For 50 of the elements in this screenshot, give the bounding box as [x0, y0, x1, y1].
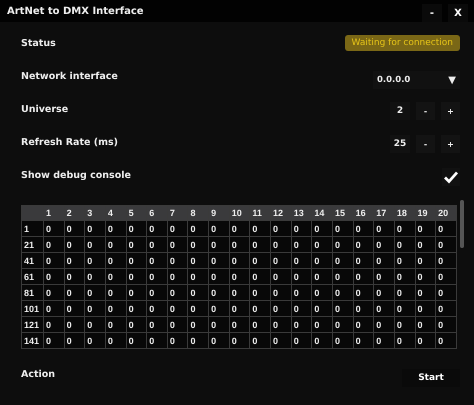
column-header: 18: [394, 206, 416, 220]
setting-label: Universe: [21, 104, 68, 115]
row-header: 1: [22, 220, 44, 236]
column-header: 14: [312, 206, 332, 220]
column-header: 7: [167, 206, 188, 220]
row-header: 141: [22, 332, 44, 348]
decrement-button[interactable]: -: [416, 102, 435, 120]
column-header: 10: [229, 206, 250, 220]
column-header: 5: [126, 206, 147, 220]
row-header: 41: [22, 252, 44, 268]
setting-label: Show debug console: [21, 170, 131, 181]
decrement-button[interactable]: -: [416, 135, 435, 153]
column-header: 11: [250, 206, 271, 220]
row-header: 121: [22, 316, 44, 332]
status-badge: Waiting for connection: [344, 35, 460, 51]
column-header: 17: [374, 206, 394, 220]
column-header: 8: [188, 206, 209, 220]
column-header: 6: [146, 206, 168, 220]
column-header: 15: [332, 206, 354, 220]
scrollbar-thumb[interactable]: [460, 200, 464, 248]
interface-dropdown[interactable]: 0.0.0.0 ▼: [373, 71, 460, 89]
column-header: 16: [353, 206, 374, 220]
row-header: 61: [22, 268, 44, 284]
column-header: 3: [84, 206, 106, 220]
column-header: 4: [105, 206, 126, 220]
window-title: ArtNet to DMX Interface: [7, 6, 144, 16]
column-header: 9: [208, 206, 230, 220]
window-button[interactable]: -: [422, 4, 442, 22]
column-header: 12: [270, 206, 292, 220]
checkbox[interactable]: [442, 168, 460, 186]
number-field[interactable]: 2: [390, 102, 410, 120]
setting-label: Refresh Rate (ms): [21, 137, 118, 148]
increment-button[interactable]: +: [441, 135, 460, 153]
setting-label: Network interface: [21, 71, 118, 82]
dropdown-value: 0.0.0.0: [377, 75, 410, 85]
column-header: 13: [291, 206, 312, 220]
column-header: 1: [44, 206, 64, 220]
column-header: 2: [64, 206, 85, 220]
column-header: 19: [415, 206, 436, 220]
row-header: 21: [22, 236, 44, 252]
setting-label: Status: [21, 38, 56, 49]
row-header: 101: [22, 300, 44, 316]
check-icon: [443, 169, 459, 185]
row-header: 81: [22, 284, 44, 300]
caret-icon: ▼: [448, 74, 456, 86]
window-button[interactable]: X: [448, 4, 468, 22]
increment-button[interactable]: +: [441, 102, 460, 120]
action-label: Action: [21, 369, 56, 380]
number-field[interactable]: 25: [390, 135, 410, 153]
column-header: 20: [436, 206, 456, 220]
